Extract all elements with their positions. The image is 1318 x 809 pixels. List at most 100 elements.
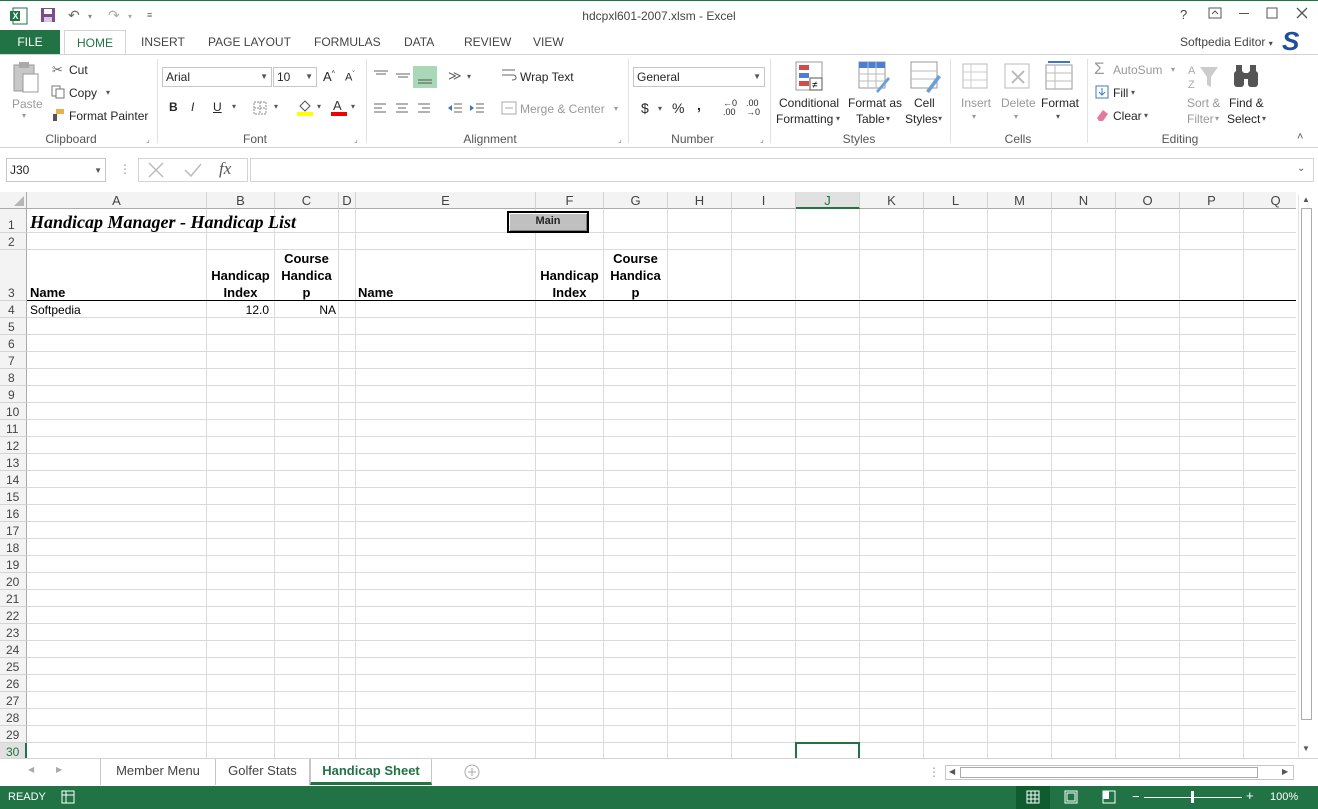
cell-styles-dropdown-icon[interactable]: ▾: [938, 114, 942, 123]
sheet-tab-handicap-sheet[interactable]: Handicap Sheet: [310, 759, 432, 785]
row-header-3[interactable]: 3: [0, 250, 27, 301]
header-index-b1[interactable]: Handicap: [207, 268, 274, 283]
fill-color-icon[interactable]: [296, 98, 314, 116]
align-bottom-icon[interactable]: [413, 66, 437, 88]
sort-filter-icon[interactable]: AZ: [1188, 63, 1218, 91]
row-header-30[interactable]: 30: [0, 743, 27, 758]
column-header-k[interactable]: K: [860, 192, 924, 209]
font-color-icon[interactable]: A: [330, 98, 348, 116]
horizontal-scroll-thumb[interactable]: [960, 767, 1258, 778]
delete-cells-icon[interactable]: [1004, 63, 1032, 91]
percent-button[interactable]: %: [672, 100, 684, 116]
header-course-g3[interactable]: p: [604, 285, 667, 300]
format-painter-button[interactable]: Format Painter: [69, 109, 148, 123]
borders-dropdown-icon[interactable]: ▾: [274, 102, 278, 111]
row-header-7[interactable]: 7: [0, 352, 27, 369]
decrease-indent-icon[interactable]: [447, 102, 463, 114]
header-course-g1[interactable]: Course: [604, 251, 667, 266]
wrap-text-icon[interactable]: [501, 68, 517, 82]
align-middle-icon[interactable]: [395, 69, 411, 81]
row-header-6[interactable]: 6: [0, 335, 27, 352]
conditional-formatting-icon[interactable]: ≠: [795, 61, 825, 93]
column-header-l[interactable]: L: [924, 192, 988, 209]
sort-filter-label2[interactable]: Filter: [1187, 112, 1214, 126]
zoom-in-icon[interactable]: +: [1246, 788, 1254, 803]
currency-button[interactable]: $: [641, 100, 649, 116]
fill-color-dropdown-icon[interactable]: ▾: [317, 102, 321, 111]
merge-dropdown-icon[interactable]: ▾: [614, 104, 618, 113]
row-header-4[interactable]: 4: [0, 301, 27, 318]
cell-b4[interactable]: 12.0: [207, 303, 269, 317]
ribbon-display-icon[interactable]: [1208, 7, 1222, 19]
column-header-o[interactable]: O: [1116, 192, 1180, 209]
header-index-b2[interactable]: Index: [207, 285, 274, 300]
minimize-icon[interactable]: [1238, 7, 1250, 19]
scroll-up-icon[interactable]: ▲: [1302, 195, 1310, 204]
sheet-title[interactable]: Handicap Manager - Handicap List: [30, 212, 296, 233]
row-header-5[interactable]: 5: [0, 318, 27, 335]
delete-dropdown-icon[interactable]: ▾: [1014, 112, 1018, 121]
font-launcher-icon[interactable]: ⌟: [354, 135, 358, 144]
help-button[interactable]: ?: [1180, 7, 1187, 22]
paste-label[interactable]: Paste: [12, 97, 43, 111]
row-header-27[interactable]: 27: [0, 692, 27, 709]
row-header-1[interactable]: 1: [0, 209, 27, 233]
main-button[interactable]: Main: [507, 211, 589, 233]
column-header-d[interactable]: D: [339, 192, 356, 209]
format-as-table-label1[interactable]: Format as: [848, 96, 902, 110]
conditional-formatting-label2[interactable]: Formatting: [776, 112, 833, 126]
cut-icon[interactable]: ✂: [52, 62, 63, 78]
zoom-out-icon[interactable]: −: [1132, 789, 1140, 804]
delete-cells-button[interactable]: Delete: [1001, 96, 1036, 110]
row-header-22[interactable]: 22: [0, 607, 27, 624]
tab-insert[interactable]: INSERT: [141, 30, 185, 54]
clear-button[interactable]: Clear: [1113, 109, 1142, 123]
alignment-launcher-icon[interactable]: ⌟: [618, 135, 622, 144]
increase-indent-icon[interactable]: [469, 102, 485, 114]
clear-dropdown-icon[interactable]: ▾: [1144, 111, 1148, 120]
header-name-e[interactable]: Name: [358, 285, 393, 300]
clipboard-launcher-icon[interactable]: ⌟: [146, 135, 150, 144]
wrap-text-button[interactable]: Wrap Text: [520, 70, 574, 84]
column-header-g[interactable]: G: [604, 192, 668, 209]
tab-home[interactable]: HOME: [64, 30, 126, 55]
column-header-j[interactable]: J: [796, 192, 860, 209]
header-course-g2[interactable]: Handica: [604, 268, 667, 283]
currency-dropdown-icon[interactable]: ▾: [658, 104, 662, 113]
paste-icon[interactable]: [10, 61, 40, 95]
scroll-left-icon[interactable]: ◀: [949, 767, 955, 776]
header-course-c1[interactable]: Course: [275, 251, 338, 266]
format-as-table-dropdown-icon[interactable]: ▾: [886, 114, 890, 123]
select-all-corner[interactable]: [0, 192, 27, 209]
number-launcher-icon[interactable]: ⌟: [760, 135, 764, 144]
paste-dropdown-icon[interactable]: ▾: [22, 111, 26, 120]
insert-cells-button[interactable]: Insert: [961, 96, 991, 110]
orientation-dropdown-icon[interactable]: ▾: [467, 72, 471, 81]
tab-page-layout[interactable]: PAGE LAYOUT: [208, 30, 291, 54]
format-dropdown-icon[interactable]: ▾: [1056, 112, 1060, 121]
fill-button[interactable]: Fill: [1113, 86, 1128, 100]
align-left-icon[interactable]: [373, 102, 387, 114]
underline-dropdown-icon[interactable]: ▾: [232, 102, 236, 111]
font-color-dropdown-icon[interactable]: ▾: [351, 102, 355, 111]
format-painter-icon[interactable]: [51, 108, 65, 122]
zoom-level[interactable]: 100%: [1270, 791, 1298, 803]
header-course-c2[interactable]: Handica: [275, 268, 338, 283]
column-header-q[interactable]: Q: [1244, 192, 1296, 209]
maximize-icon[interactable]: [1266, 7, 1278, 19]
cell-styles-label2[interactable]: Styles: [905, 112, 938, 126]
cell-a4[interactable]: Softpedia: [30, 303, 81, 317]
row-header-25[interactable]: 25: [0, 658, 27, 675]
row-header-13[interactable]: 13: [0, 454, 27, 471]
fill-dropdown-icon[interactable]: ▾: [1131, 88, 1135, 97]
page-layout-view-icon[interactable]: [1064, 790, 1078, 804]
user-account[interactable]: Softpedia Editor ▾: [1180, 30, 1273, 54]
header-course-c3[interactable]: p: [275, 285, 338, 300]
next-sheet-icon[interactable]: ▶: [56, 765, 62, 774]
formula-input[interactable]: [250, 158, 1314, 182]
vertical-scrollbar[interactable]: ▲ ▼: [1298, 195, 1314, 758]
column-header-f[interactable]: F: [536, 192, 604, 209]
sort-filter-dropdown-icon[interactable]: ▾: [1215, 114, 1219, 123]
cell-styles-icon[interactable]: [910, 61, 942, 93]
scroll-down-icon[interactable]: ▼: [1302, 744, 1310, 753]
